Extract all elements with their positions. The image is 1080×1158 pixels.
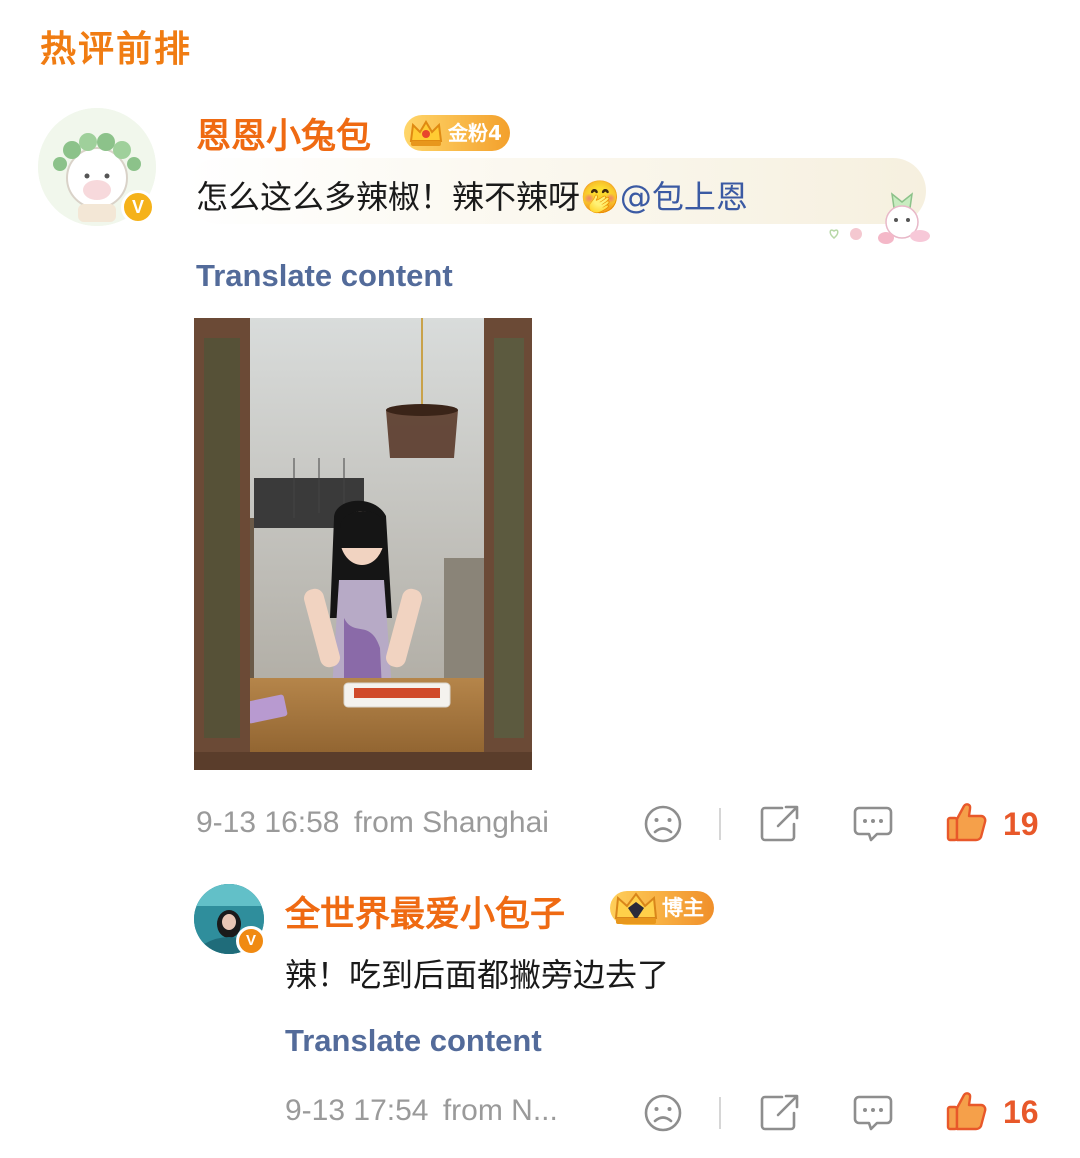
- reply-like-count: 16: [1003, 1094, 1039, 1130]
- comment-body: 怎么这么多辣椒！辣不辣呀: [196, 178, 581, 216]
- comment-icon[interactable]: [851, 802, 895, 846]
- comment-text: 怎么这么多辣椒！辣不辣呀🤭@包上恩: [196, 172, 748, 218]
- reply-location: from N...: [442, 1094, 558, 1127]
- reply-date: 9-13: [285, 1094, 346, 1127]
- reply-thumbs-up-icon[interactable]: [945, 1089, 989, 1133]
- reply-translate-link[interactable]: Translate content: [285, 1023, 542, 1059]
- comment-time: 16:58: [264, 806, 340, 839]
- reply-verified-badge: V: [236, 926, 266, 956]
- comment-username[interactable]: 恩恩小兔包: [196, 108, 371, 159]
- dislike-icon[interactable]: [641, 802, 685, 846]
- fan-badge-label: 金粉4: [448, 121, 502, 145]
- comment-meta: 9-13 16:58 from Shanghai: [196, 806, 549, 840]
- blogger-badge: 博主: [610, 891, 714, 925]
- reply-comment-icon[interactable]: [851, 1091, 895, 1135]
- photo-image: [194, 318, 532, 770]
- comment-photo[interactable]: [194, 318, 532, 770]
- share-icon[interactable]: [758, 802, 802, 846]
- reply-dislike-icon[interactable]: [641, 1091, 685, 1135]
- fan-level-badge: 金粉4: [404, 115, 510, 151]
- thumbs-up-icon[interactable]: [945, 800, 989, 844]
- comment-location: from Shanghai: [353, 806, 549, 839]
- verified-badge: V: [121, 190, 155, 224]
- meta-divider: [719, 808, 721, 840]
- reply-meta: 9-13 17:54 from N...: [285, 1094, 558, 1128]
- comment-date: 9-13: [196, 806, 257, 839]
- like-count: 19: [1003, 806, 1039, 842]
- reply-share-icon[interactable]: [758, 1091, 802, 1135]
- section-title: 热评前排: [40, 29, 193, 70]
- reply-meta-divider: [719, 1097, 721, 1129]
- translate-link[interactable]: Translate content: [196, 258, 453, 294]
- cover-mouth-emoji-icon: 🤭: [580, 178, 620, 216]
- heart-decoration-icon: [829, 228, 862, 240]
- mention-link[interactable]: @包上恩: [620, 178, 748, 216]
- reply-username[interactable]: 全世界最爱小包子: [285, 886, 565, 937]
- reply-time: 17:54: [353, 1094, 429, 1127]
- bubble-decoration-icon: [878, 192, 930, 244]
- crown-icon: [409, 120, 443, 146]
- reply-text: 辣！吃到后面都撇旁边去了: [285, 956, 670, 994]
- crown-gem-icon: [614, 892, 658, 924]
- blogger-badge-label: 博主: [662, 896, 704, 920]
